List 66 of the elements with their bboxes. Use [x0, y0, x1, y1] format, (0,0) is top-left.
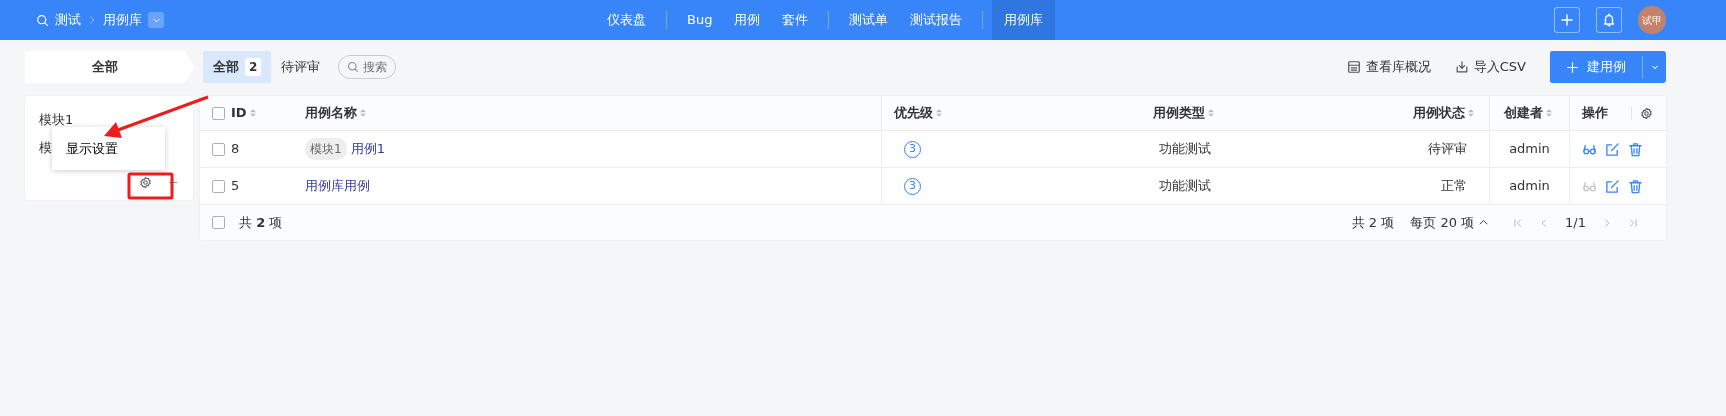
settings-icon[interactable]: [1640, 106, 1653, 120]
sortable-header[interactable]: 优先级: [894, 103, 933, 123]
next-page-icon[interactable]: [1602, 217, 1612, 228]
settings-icon[interactable]: [139, 176, 152, 189]
trash-icon[interactable]: [1628, 141, 1643, 157]
count-badge: 2: [245, 58, 262, 76]
total-count: 共 2 项: [1351, 213, 1395, 232]
nav-tab[interactable]: Bug: [676, 0, 724, 40]
nav-tab[interactable]: 套件: [771, 0, 820, 40]
module-breadcrumb[interactable]: 全部: [25, 51, 195, 83]
nav-tab[interactable]: 仪表盘: [596, 0, 657, 40]
first-page-icon[interactable]: [1513, 217, 1524, 228]
dropdown-button[interactable]: [148, 12, 164, 28]
module-item[interactable]: 模: [39, 138, 52, 158]
library-name[interactable]: 用例库: [103, 10, 142, 30]
type-cell-text: 功能测试: [1159, 177, 1211, 196]
select-all-checkbox[interactable]: [212, 106, 225, 120]
last-page-icon[interactable]: [1628, 217, 1638, 228]
chevron-right-icon: [87, 15, 97, 25]
select-all-checkbox[interactable]: [212, 216, 225, 229]
sortable-header[interactable]: 用例状态: [1413, 103, 1465, 123]
type-cell-text: 功能测试: [1159, 140, 1211, 159]
edit-icon[interactable]: [1605, 178, 1620, 194]
notification-button[interactable]: [1596, 7, 1622, 33]
search-icon[interactable]: [36, 13, 49, 27]
sortable-header[interactable]: 用例类型: [1153, 103, 1205, 123]
nav-tab[interactable]: 用例: [723, 0, 772, 40]
sortable-header[interactable]: ID: [231, 103, 247, 123]
import-icon: [1454, 60, 1469, 74]
module-tag: 模块1: [305, 138, 347, 160]
search-icon: [347, 61, 360, 73]
plus-icon: [1559, 12, 1575, 28]
sortable-header[interactable]: 用例名称: [305, 103, 357, 123]
overview-link[interactable]: 查看库概况: [1346, 57, 1431, 77]
plus-icon: [1566, 60, 1579, 74]
case-name-link[interactable]: 用例库用例: [305, 176, 370, 196]
menu-item[interactable]: 显示设置: [52, 127, 165, 170]
bell-icon: [1601, 12, 1617, 28]
column-header: 操作: [1582, 104, 1608, 123]
id-cell-text: 8: [231, 140, 240, 159]
filter-tab[interactable]: 全部 2: [203, 51, 272, 83]
sortable-header[interactable]: 创建者: [1504, 103, 1543, 123]
module-item[interactable]: 模块1: [39, 110, 74, 130]
row-checkbox[interactable]: [212, 179, 225, 193]
page-indicator: 1/1: [1565, 213, 1586, 232]
status-cell-text: 待评审: [1428, 140, 1467, 159]
highlight-box: [127, 172, 174, 200]
add-button[interactable]: [1554, 7, 1580, 33]
edit-icon[interactable]: [1605, 141, 1620, 157]
trash-icon[interactable]: [1628, 178, 1643, 194]
page-size-dropdown[interactable]: 每页 20 项: [1410, 212, 1490, 233]
nav-tab[interactable]: 用例库: [992, 0, 1056, 40]
table-icon: [1346, 60, 1361, 74]
creator-cell-text: admin: [1509, 140, 1550, 159]
import-link[interactable]: 导入CSV: [1454, 57, 1526, 77]
row-checkbox[interactable]: [212, 142, 225, 156]
search-field[interactable]: 搜索: [363, 58, 396, 76]
filter-tab[interactable]: 待评审: [271, 51, 331, 83]
nav-tab[interactable]: 测试单: [838, 0, 900, 40]
product-name[interactable]: 测试: [55, 10, 81, 30]
status-cell-text: 正常: [1441, 177, 1467, 196]
selection-total: 共 2 项: [239, 213, 283, 232]
case-name-link[interactable]: 用例1: [350, 139, 385, 159]
creator-cell-text: admin: [1509, 177, 1550, 196]
id-cell-text: 5: [231, 177, 240, 196]
nav-tab[interactable]: 测试报告: [899, 0, 974, 40]
